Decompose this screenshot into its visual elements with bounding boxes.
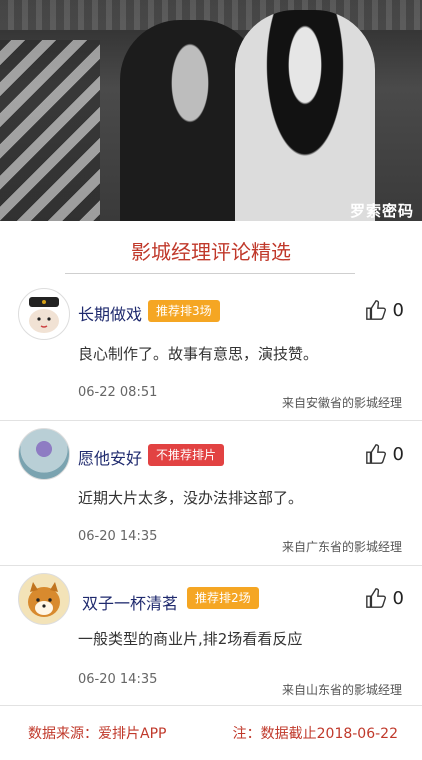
data-cutoff-note: 注：数据截止2018-06-22 (232, 726, 398, 742)
review-date: 06-22 08:51 (78, 385, 158, 400)
thumbs-up-icon (365, 588, 386, 608)
divider (0, 705, 422, 706)
movie-still-image: 罗索密码 (0, 0, 422, 221)
sailor-cat-avatar-icon (29, 297, 59, 333)
like-button[interactable]: 0 (365, 443, 404, 465)
recommend-badge: 推荐排3场 (148, 300, 220, 322)
review-date: 06-20 14:35 (78, 529, 158, 544)
avatar[interactable] (18, 573, 70, 625)
review-card: 双子一杯清茗 推荐排2场 0 一般类型的商业片,排2场看看反应 06-20 14… (0, 570, 422, 705)
reviewer-name[interactable]: 愿他安好 (78, 445, 142, 469)
avatar[interactable] (18, 288, 70, 340)
review-source: 来自广东省的影城经理 (281, 540, 402, 554)
review-card: 愿他安好 不推荐排片 0 近期大片太多，没办法排这部了。 06-20 14:35… (0, 425, 422, 565)
like-button[interactable]: 0 (365, 587, 404, 609)
poster-title: 罗索密码 (349, 202, 414, 220)
review-date: 06-20 14:35 (78, 672, 158, 687)
review-source: 来自山东省的影城经理 (281, 683, 402, 697)
divider (0, 565, 422, 566)
background-staircase (0, 40, 100, 221)
review-source: 来自安徽省的影城经理 (281, 396, 402, 410)
divider (0, 420, 422, 421)
avatar[interactable] (18, 428, 70, 480)
section-title: 影城经理评论精选 (131, 240, 291, 264)
review-text: 近期大片太多，没办法排这部了。 (78, 489, 304, 507)
recommend-badge: 推荐排2场 (187, 587, 259, 609)
review-text: 一般类型的商业片,排2场看看反应 (78, 630, 303, 648)
review-text: 良心制作了。故事有意思，演技赞。 (78, 345, 319, 363)
reviewer-name[interactable]: 长期做戏 (78, 301, 142, 325)
like-count: 0 (392, 299, 404, 321)
data-source-text: 数据来源：爱排片APP (28, 726, 167, 742)
like-button[interactable]: 0 (365, 299, 404, 321)
actress-right (235, 10, 375, 221)
review-card: 长期做戏 推荐排3场 0 良心制作了。故事有意思，演技赞。 06-22 08:5… (0, 285, 422, 420)
like-count: 0 (392, 443, 404, 465)
thumbs-up-icon (365, 444, 386, 464)
reviewer-name[interactable]: 双子一杯清茗 (82, 590, 178, 614)
like-count: 0 (392, 587, 404, 609)
thumbs-up-icon (365, 300, 386, 320)
not-recommend-badge: 不推荐排片 (148, 444, 225, 466)
shiba-dog-avatar-icon (28, 582, 60, 617)
title-divider (65, 273, 355, 274)
